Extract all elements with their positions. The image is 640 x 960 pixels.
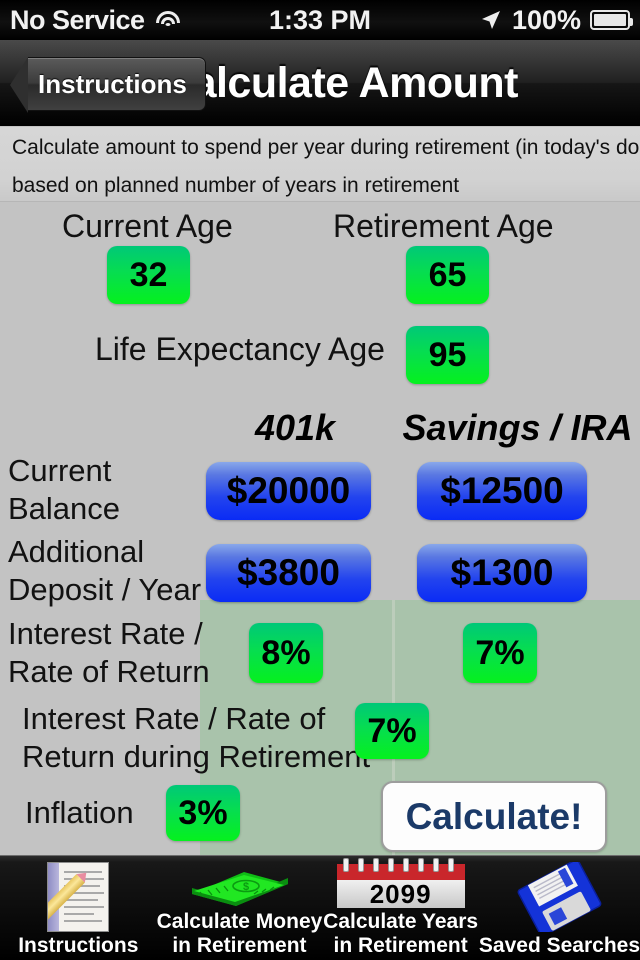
- retirement-age-input[interactable]: 65: [406, 246, 489, 304]
- retirement-rate-input[interactable]: 7%: [355, 703, 429, 759]
- svg-text:$: $: [243, 881, 249, 893]
- life-expectancy-age-input[interactable]: 95: [406, 326, 489, 384]
- row-label-line-1: Additional: [8, 534, 145, 569]
- inflation-label: Inflation: [25, 795, 134, 830]
- description-line-1: Calculate amount to spend per year durin…: [12, 136, 640, 159]
- tab-bar: Instructions $ Calculate Money in Retire…: [0, 855, 640, 960]
- money-stack-icon: $: [184, 864, 294, 908]
- additional-deposit-savings-input[interactable]: $1300: [417, 544, 587, 602]
- retirement-rate-label: Interest Rate / Rate of Return during Re…: [22, 700, 370, 776]
- form-area: Current Age 32 Retirement Age 65 Life Ex…: [0, 202, 640, 897]
- navigation-bar: Calculate Amount Instructions: [0, 40, 640, 126]
- retirement-age-label: Retirement Age: [333, 208, 554, 244]
- status-bar: No Service 1:33 PM 100%: [0, 0, 640, 40]
- document-pencil-icon: [47, 862, 110, 932]
- tab-instructions[interactable]: Instructions: [0, 856, 157, 960]
- row-label-line-1: Current: [8, 453, 112, 488]
- floppy-disk-icon: [515, 859, 603, 937]
- retirement-rate-label-line-1: Interest Rate / Rate of: [22, 701, 326, 736]
- calendar-icon: 2099: [336, 858, 465, 909]
- row-label-additional-deposit: Additional Deposit / Year: [8, 533, 201, 609]
- current-balance-savings-input[interactable]: $12500: [417, 462, 587, 520]
- description-line-2: based on planned number of years in reti…: [12, 174, 460, 197]
- row-label-line-1: Interest Rate /: [8, 616, 203, 651]
- status-bar-right: 100%: [479, 4, 633, 36]
- interest-rate-401k-input[interactable]: 8%: [249, 623, 323, 683]
- row-label-interest-rate: Interest Rate / Rate of Return: [8, 615, 210, 691]
- retirement-rate-label-line-2: Return during Retirement: [22, 739, 371, 774]
- row-label-line-2: Balance: [8, 491, 121, 526]
- row-label-line-2: Rate of Return: [8, 654, 210, 689]
- app-root: No Service 1:33 PM 100% Calculate Amount…: [0, 0, 640, 960]
- inflation-input[interactable]: 3%: [166, 785, 240, 841]
- battery-full-icon: [590, 10, 633, 30]
- additional-deposit-401k-input[interactable]: $3800: [206, 544, 371, 602]
- battery-percent-label: 100%: [511, 4, 581, 35]
- column-header-401k: 401k: [254, 407, 336, 448]
- interest-rate-savings-input[interactable]: 7%: [463, 623, 537, 683]
- current-age-input[interactable]: 32: [107, 246, 190, 304]
- calendar-year-label: 2099: [336, 879, 465, 909]
- tab-label-calculate-years-line-2: in Retirement: [333, 934, 468, 957]
- tab-saved-searches[interactable]: Saved Searches: [479, 856, 640, 960]
- current-age-label: Current Age: [62, 208, 233, 244]
- location-arrow-icon: [481, 11, 500, 29]
- row-label-current-balance: Current Balance: [8, 452, 120, 528]
- tab-label-saved-searches: Saved Searches: [478, 934, 640, 957]
- tab-label-calculate-years-line-1: Calculate Years: [323, 910, 479, 933]
- back-button-instructions[interactable]: Instructions: [10, 57, 206, 113]
- calculate-button[interactable]: Calculate!: [381, 781, 607, 852]
- current-balance-401k-input[interactable]: $20000: [206, 462, 371, 520]
- description-banner: Calculate amount to spend per year durin…: [0, 127, 640, 202]
- column-header-savings-ira: Savings / IRA: [402, 407, 633, 448]
- row-label-line-2: Deposit / Year: [8, 572, 202, 607]
- tab-label-calculate-money-line-1: Calculate Money: [156, 910, 323, 933]
- tab-label-calculate-money-line-2: in Retirement: [172, 934, 307, 957]
- tab-label-instructions: Instructions: [18, 934, 139, 957]
- life-expectancy-age-label: Life Expectancy Age: [95, 331, 385, 367]
- tab-calculate-years[interactable]: 2099 Calculate Years in Retirement: [322, 856, 479, 960]
- tab-calculate-money[interactable]: $ Calculate Money in Retirement: [156, 856, 323, 960]
